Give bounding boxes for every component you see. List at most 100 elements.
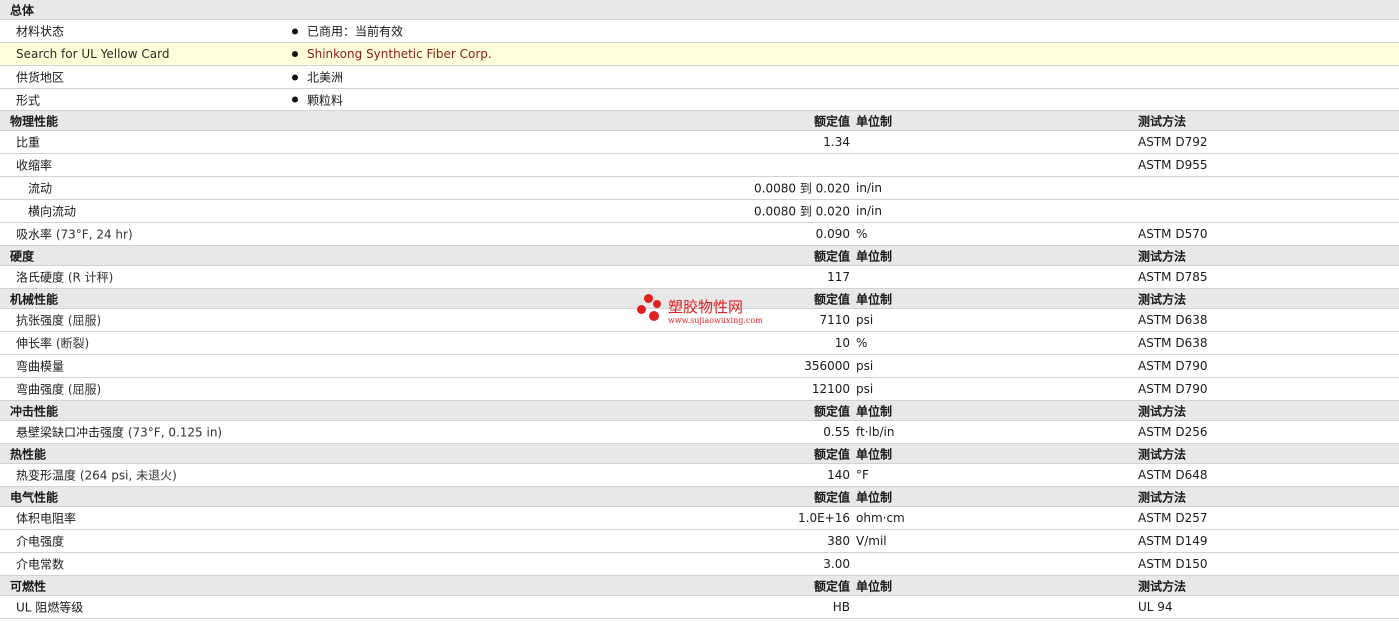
- general-row-status: 材料状态 已商用：当前有效: [0, 20, 1399, 43]
- unit: ohm·cm: [856, 511, 905, 525]
- unit: °F: [856, 468, 869, 482]
- label-text: 弯曲模量: [16, 359, 65, 374]
- watermark-url: www.sujiaowuxing.com: [668, 316, 763, 325]
- unit: ft·lb/in: [856, 425, 895, 439]
- bullet-icon: [292, 96, 298, 103]
- nominal-value: 140: [827, 468, 850, 482]
- unit: %: [856, 336, 868, 350]
- property-label: 弯曲强度 (屈服): [16, 381, 101, 398]
- nominal-value: HB: [832, 600, 850, 614]
- bullet-icon: [292, 50, 298, 57]
- test-method: ASTM D792: [1138, 135, 1208, 149]
- unit: %: [856, 227, 868, 241]
- general-row-form: 形式 颗粒料: [0, 89, 1399, 111]
- value-text: 已商用：当前有效: [307, 24, 404, 39]
- section-title: 冲击性能: [10, 404, 59, 418]
- section-header-physical: 物理性能 额定值 单位制 测试方法: [0, 111, 1399, 131]
- property-label: 弯曲模量: [16, 358, 64, 375]
- property-row: 介电常数 3.00 ASTM D150: [0, 553, 1399, 576]
- general-row-availability: 供货地区 北美洲: [0, 66, 1399, 89]
- test-method: ASTM D790: [1138, 359, 1208, 373]
- test-method: UL 94: [1138, 600, 1173, 614]
- unit: psi: [856, 359, 874, 373]
- property-label: 供货地区: [16, 70, 65, 85]
- test-method: ASTM D790: [1138, 382, 1208, 396]
- label-text: 收缩率: [16, 158, 53, 173]
- supplier-link[interactable]: Shinkong Synthetic Fiber Corp.: [307, 47, 492, 61]
- property-row: UL 阻燃等级 HB UL 94: [0, 596, 1399, 619]
- property-label: 悬壁梁缺口冲击强度 (73°F, 0.125 in): [16, 424, 222, 441]
- test-method: ASTM D638: [1138, 313, 1208, 327]
- ul-yellow-card-label: Search for UL Yellow Card: [16, 47, 170, 61]
- label-text: 弯曲强度: [16, 382, 65, 397]
- unit-header: 单位制: [856, 447, 893, 461]
- nominal-value: 7110: [819, 313, 850, 327]
- condition-note: (屈服): [67, 382, 102, 397]
- nominal-value: 3.00: [823, 557, 850, 571]
- test-method: ASTM D638: [1138, 336, 1208, 350]
- test-method-header: 测试方法: [1138, 404, 1187, 418]
- property-label: 收缩率: [16, 157, 52, 174]
- property-label: 洛氏硬度 (R 计秤): [16, 269, 113, 286]
- property-label: 形式: [16, 93, 41, 107]
- property-row: 比重 1.34 ASTM D792: [0, 131, 1399, 154]
- property-label: 介电强度: [16, 533, 64, 550]
- test-method-header: 测试方法: [1138, 490, 1187, 504]
- property-value: 北美洲: [292, 69, 343, 86]
- nominal-value: 1.0E+16: [798, 511, 850, 525]
- nominal-value: 1.34: [823, 135, 850, 149]
- property-label: 抗张强度 (屈服): [16, 312, 101, 329]
- property-row: 体积电阻率 1.0E+16 ohm·cm ASTM D257: [0, 507, 1399, 530]
- nominal-value: 380: [827, 534, 850, 548]
- nominal-value: 356000: [804, 359, 850, 373]
- property-label: 体积电阻率: [16, 510, 76, 527]
- property-label: 介电常数: [16, 556, 64, 573]
- section-title: 可燃性: [10, 579, 47, 593]
- label-text: 介电常数: [16, 557, 65, 572]
- watermark-title: 塑胶物性网: [668, 298, 744, 316]
- label-text: UL 阻燃等级: [16, 600, 84, 615]
- property-row: 伸长率 (断裂) 10 % ASTM D638: [0, 332, 1399, 355]
- test-method: ASTM D785: [1138, 270, 1208, 284]
- unit: in/in: [856, 204, 882, 218]
- test-method: ASTM D150: [1138, 557, 1208, 571]
- property-row: 洛氏硬度 (R 计秤) 117 ASTM D785: [0, 266, 1399, 289]
- nominal-value-header: 额定值: [813, 114, 850, 128]
- property-label: 比重: [16, 134, 40, 151]
- section-header-flammability: 可燃性 额定值 单位制 测试方法: [0, 576, 1399, 596]
- property-label: 吸水率 (73°F, 24 hr): [16, 226, 133, 243]
- nominal-value-header: 额定值: [813, 292, 850, 306]
- condition-note: (264 psi, 未退火): [79, 468, 177, 483]
- property-value: Shinkong Synthetic Fiber Corp.: [292, 47, 492, 61]
- test-method: ASTM D257: [1138, 511, 1208, 525]
- nominal-value: 0.0080 到 0.020: [754, 181, 850, 196]
- section-title: 电气性能: [10, 490, 59, 504]
- test-method: ASTM D570: [1138, 227, 1208, 241]
- unit-header: 单位制: [856, 292, 893, 306]
- test-method: ASTM D955: [1138, 158, 1208, 172]
- condition-note: (屈服): [67, 313, 102, 328]
- test-method-header: 测试方法: [1138, 447, 1187, 461]
- nominal-value-header: 额定值: [813, 579, 850, 593]
- unit-header: 单位制: [856, 490, 893, 504]
- section-header-thermal: 热性能 额定值 单位制 测试方法: [0, 444, 1399, 464]
- section-title: 热性能: [10, 447, 47, 461]
- unit: V/mil: [856, 534, 887, 548]
- test-method: ASTM D256: [1138, 425, 1208, 439]
- property-label: 材料状态: [16, 24, 65, 39]
- value-text: 颗粒料: [307, 93, 344, 107]
- section-title: 硬度: [10, 249, 35, 263]
- property-row: 热变形温度 (264 psi, 未退火) 140 °F ASTM D648: [0, 464, 1399, 487]
- unit-header: 单位制: [856, 114, 893, 128]
- nominal-value-header: 额定值: [813, 404, 850, 418]
- section-header-impact: 冲击性能 额定值 单位制 测试方法: [0, 401, 1399, 421]
- property-row: 横向流动 0.0080 到 0.020 in/in: [0, 200, 1399, 223]
- unit: psi: [856, 313, 874, 327]
- label-text: 吸水率: [16, 227, 53, 242]
- label-text: 悬壁梁缺口冲击强度: [16, 425, 125, 440]
- property-row: 流动 0.0080 到 0.020 in/in: [0, 177, 1399, 200]
- condition-note: (R 计秤): [67, 270, 114, 285]
- condition-note: (73°F, 24 hr): [55, 227, 133, 242]
- test-method-header: 测试方法: [1138, 114, 1187, 128]
- unit-header: 单位制: [856, 249, 893, 263]
